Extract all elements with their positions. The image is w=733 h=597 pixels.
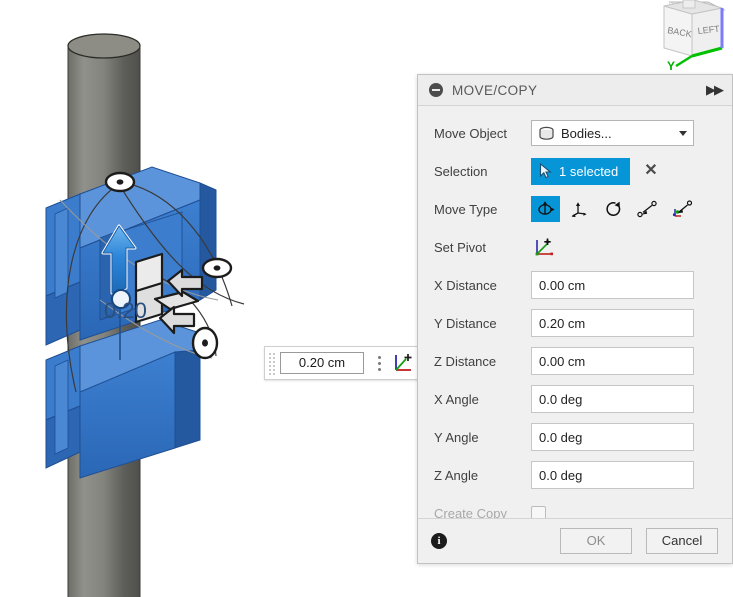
x-distance-input[interactable] [531, 271, 694, 299]
expand-chevrons-icon[interactable]: ▶▶ [706, 82, 724, 98]
move-object-value: Bodies... [561, 126, 679, 141]
x-angle-input[interactable] [531, 385, 694, 413]
x-distance-label: X Distance [434, 278, 531, 293]
z-distance-label: Z Distance [434, 354, 531, 369]
drag-grip-icon[interactable] [267, 351, 277, 375]
more-options-icon[interactable] [372, 351, 386, 375]
move-object-dropdown[interactable]: Bodies... [531, 120, 694, 146]
selection-label: Selection [434, 164, 531, 179]
cancel-button[interactable]: Cancel [646, 528, 718, 554]
move-axis-icon[interactable] [392, 351, 416, 375]
z-distance-input[interactable] [531, 347, 694, 375]
row-y-angle: Y Angle [418, 418, 732, 456]
set-pivot-label: Set Pivot [434, 240, 531, 255]
row-move-type: Move Type [418, 190, 732, 228]
move-object-label: Move Object [434, 126, 531, 141]
dialog-title: MOVE/COPY [452, 83, 706, 98]
view-cube[interactable]: BACK LEFT Y [620, 0, 733, 72]
floating-value-input[interactable] [264, 346, 421, 380]
point-to-position-icon[interactable] [667, 196, 696, 222]
y-distance-label: Y Distance [434, 316, 531, 331]
set-pivot-icon[interactable] [531, 234, 559, 260]
distance-value-input[interactable] [280, 352, 364, 374]
chevron-down-icon[interactable] [679, 131, 687, 136]
selection-cursor-icon [539, 163, 552, 179]
z-angle-input[interactable] [531, 461, 694, 489]
dialog-body: Move Object Bodies... Selection [418, 106, 732, 518]
y-angle-input[interactable] [531, 423, 694, 451]
move-copy-dialog[interactable]: MOVE/COPY ▶▶ Move Object Bodies... Selec… [417, 74, 733, 564]
info-icon[interactable]: i [431, 533, 447, 549]
selection-count: 1 selected [559, 164, 618, 179]
viewcube-axis-label: Y [667, 59, 675, 72]
create-copy-label: Create Copy [434, 506, 531, 519]
rotate-icon[interactable] [599, 196, 628, 222]
collapse-minus-icon[interactable] [429, 83, 443, 97]
row-y-distance: Y Distance [418, 304, 732, 342]
dialog-header[interactable]: MOVE/COPY ▶▶ [418, 75, 732, 106]
create-copy-checkbox[interactable] [531, 506, 546, 519]
translate-axis-icon[interactable] [565, 196, 594, 222]
row-create-copy: Create Copy [418, 494, 732, 518]
body-icon [538, 126, 555, 141]
x-angle-label: X Angle [434, 392, 531, 407]
row-x-angle: X Angle [418, 380, 732, 418]
z-angle-label: Z Angle [434, 468, 531, 483]
row-set-pivot: Set Pivot [418, 228, 732, 266]
move-type-label: Move Type [434, 202, 531, 217]
clear-selection-icon[interactable]: ✕ [644, 163, 657, 179]
row-z-angle: Z Angle [418, 456, 732, 494]
y-angle-label: Y Angle [434, 430, 531, 445]
row-z-distance: Z Distance [418, 342, 732, 380]
row-selection: Selection 1 selected ✕ [418, 152, 732, 190]
point-to-point-icon[interactable] [633, 196, 662, 222]
ok-button[interactable]: OK [560, 528, 632, 554]
free-move-icon[interactable] [531, 196, 560, 222]
row-move-object: Move Object Bodies... [418, 114, 732, 152]
row-x-distance: X Distance [418, 266, 732, 304]
dialog-footer: i OK Cancel [418, 518, 732, 563]
y-distance-input[interactable] [531, 309, 694, 337]
dimension-label: 0.20 [104, 298, 147, 323]
selection-button[interactable]: 1 selected [531, 158, 630, 185]
